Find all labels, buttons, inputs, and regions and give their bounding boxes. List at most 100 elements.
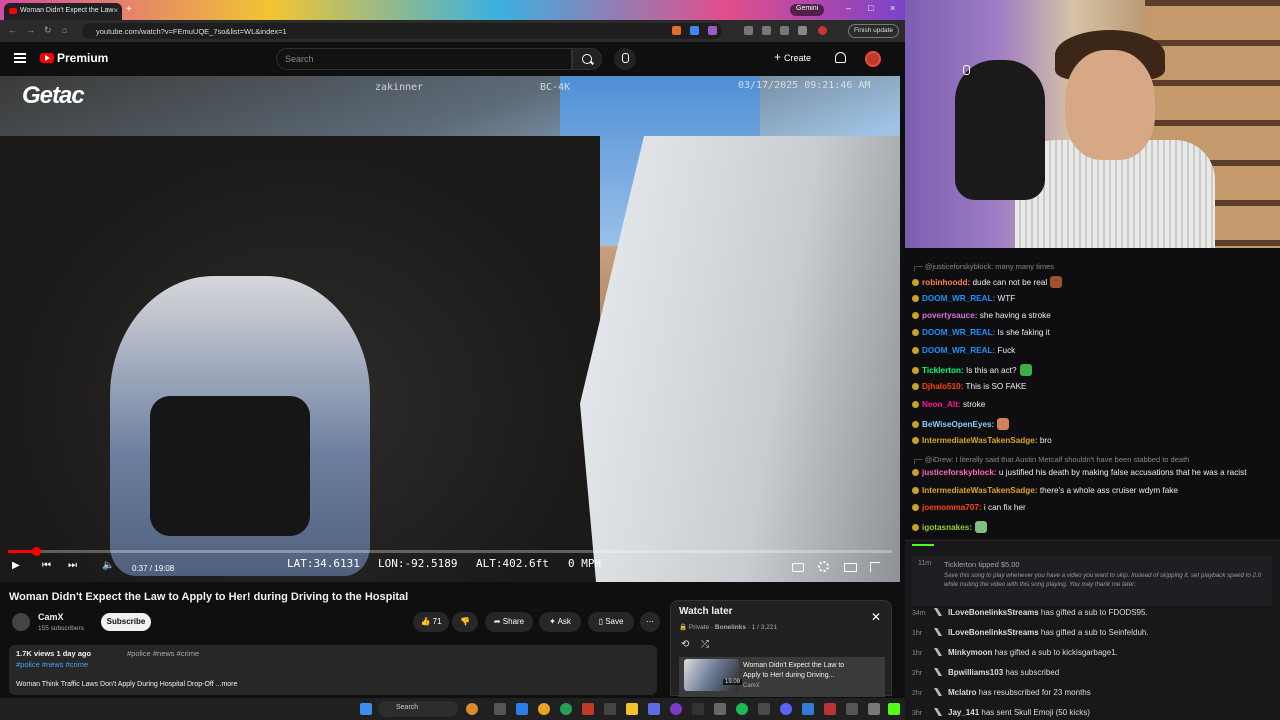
chat-username[interactable]: igotasnakes: <box>922 523 972 532</box>
next-icon[interactable]: ⏭ <box>68 560 77 571</box>
reading-list-icon[interactable] <box>780 26 789 35</box>
playlist-item[interactable]: 19:09 Woman Didn't Expect the Law to App… <box>679 657 885 697</box>
event-username[interactable]: Mclatro <box>948 688 976 697</box>
search-input[interactable]: Search <box>276 48 572 70</box>
description-tags[interactable]: #police #news #crime <box>16 660 88 669</box>
chat-username[interactable]: IntermediateWasTakenSadge: <box>922 486 1038 495</box>
taskbar-folder-icon[interactable] <box>626 703 638 715</box>
taskbar-chrome-icon[interactable] <box>538 703 550 715</box>
youtube-logo-icon[interactable] <box>40 53 54 63</box>
taskbar-app-icon[interactable] <box>516 703 528 715</box>
extension-icon[interactable] <box>690 26 699 35</box>
youtube-premium-logo-text[interactable]: Premium <box>57 51 108 65</box>
chat-username[interactable]: DOOM_WR_REAL: <box>922 328 995 337</box>
taskbar-app-icon[interactable] <box>692 703 704 715</box>
account-avatar[interactable] <box>865 51 881 67</box>
windows-start-icon[interactable] <box>360 703 372 715</box>
taskbar-spotify-icon[interactable] <box>736 703 748 715</box>
taskbar-search[interactable]: Search <box>378 701 458 717</box>
browser-tab-youtube[interactable]: Woman Didn't Expect the Law × <box>4 3 122 20</box>
taskbar-app-icon[interactable] <box>714 703 726 715</box>
taskbar-app-icon[interactable] <box>604 703 616 715</box>
taskbar-kick-icon[interactable] <box>888 703 900 715</box>
new-tab-button[interactable]: + <box>126 4 132 15</box>
chat-username[interactable]: DOOM_WR_REAL: <box>922 346 995 355</box>
taskbar-app-icon[interactable] <box>802 703 814 715</box>
description-box[interactable]: 1.7K views 1 day ago #police #news #crim… <box>9 645 657 695</box>
event-username[interactable]: Jay_141 <box>948 708 979 717</box>
chat-username[interactable]: povertysauce: <box>922 311 978 320</box>
previous-icon[interactable]: ⏮ <box>42 560 51 571</box>
taskbar-app-icon[interactable] <box>758 703 770 715</box>
create-button[interactable]: + Create <box>774 50 811 64</box>
profile-avatar-icon[interactable] <box>818 26 827 35</box>
save-button[interactable]: ▯ Save <box>588 612 634 632</box>
captions-icon[interactable] <box>792 563 804 572</box>
taskbar-app-icon[interactable] <box>670 703 682 715</box>
taskbar-app-icon[interactable] <box>648 703 660 715</box>
more-actions-icon[interactable]: ⋯ <box>640 612 660 632</box>
forward-arrow-icon[interactable]: → <box>26 25 35 35</box>
taskbar-app-icon[interactable] <box>846 703 858 715</box>
extension-icon[interactable] <box>708 26 717 35</box>
extensions-puzzle-icon[interactable] <box>744 26 753 35</box>
channel-avatar[interactable] <box>12 613 30 631</box>
taskbar-app-icon[interactable] <box>494 703 506 715</box>
description-text[interactable]: Woman Think Traffic Laws Don't Apply Dur… <box>16 681 237 688</box>
notifications-bell-icon[interactable] <box>835 52 846 63</box>
chat-username[interactable]: IntermediateWasTakenSadge: <box>922 436 1038 445</box>
gemini-button[interactable]: Gemini <box>790 4 825 16</box>
maximize-icon[interactable]: □ <box>868 3 873 13</box>
chat-username[interactable]: robinhoodd: <box>922 278 970 287</box>
taskbar-discord-icon[interactable] <box>780 703 792 715</box>
menu-hamburger-icon[interactable] <box>14 53 26 63</box>
taskbar-app-icon[interactable] <box>560 703 572 715</box>
event-username[interactable]: Bpwilliams103 <box>948 668 1003 677</box>
event-username[interactable]: Minkymoon <box>948 648 992 657</box>
window-close-icon[interactable]: × <box>890 3 895 13</box>
taskbar-app-icon[interactable] <box>824 703 836 715</box>
like-button[interactable]: 👍 71 <box>413 612 449 632</box>
taskbar-app-icon[interactable] <box>466 703 478 715</box>
play-icon[interactable]: ▶ <box>12 560 20 571</box>
back-arrow-icon[interactable]: ← <box>8 25 17 35</box>
theater-mode-icon[interactable] <box>844 563 857 572</box>
playlist-owner[interactable]: Bonelinks <box>715 624 746 631</box>
event-username[interactable]: ILoveBonelinksStreams <box>948 608 1039 617</box>
volume-icon[interactable]: 🔈 <box>102 560 114 571</box>
downloads-icon[interactable] <box>762 26 771 35</box>
url-field[interactable]: youtube.com/watch?v=FEmuUQE_7so&list=WL&… <box>82 23 722 39</box>
chat-username[interactable]: Djhalo510: <box>922 382 963 391</box>
chat-username[interactable]: Neon_Alt: <box>922 400 961 409</box>
chat-username[interactable]: joemomma707: <box>922 503 982 512</box>
loop-icon[interactable]: ⟲ <box>681 639 689 650</box>
event-username[interactable]: ILoveBonelinksStreams <box>948 628 1039 637</box>
chat-username[interactable]: DOOM_WR_REAL: <box>922 294 995 303</box>
taskbar-app-icon[interactable] <box>582 703 594 715</box>
split-view-icon[interactable] <box>798 26 807 35</box>
shuffle-icon[interactable]: ⤮ <box>701 639 709 650</box>
reload-icon[interactable]: ↻ <box>44 25 52 36</box>
extension-icon[interactable] <box>672 26 681 35</box>
share-button[interactable]: ➦ Share <box>485 612 533 632</box>
voice-search-mic-icon[interactable] <box>614 48 636 70</box>
fullscreen-icon[interactable] <box>870 562 880 572</box>
channel-name[interactable]: CamX <box>38 612 64 622</box>
dislike-button[interactable]: 👎 <box>452 612 478 632</box>
finish-update-button[interactable]: Finish update <box>848 24 900 38</box>
taskbar-app-icon[interactable] <box>868 703 880 715</box>
minimize-icon[interactable]: – <box>846 3 851 13</box>
subscribe-button[interactable]: Subscribe <box>101 613 151 631</box>
chat-username[interactable]: Ticklerton: <box>922 366 964 375</box>
video-player[interactable]: Getac zakinner BC-4K 03/17/2025 09:21:46… <box>0 76 900 582</box>
chat-username[interactable]: justiceforskyblock: <box>922 468 997 477</box>
search-icon[interactable] <box>572 48 602 70</box>
tab-close-icon[interactable]: × <box>113 6 118 15</box>
ask-button[interactable]: ✦ Ask <box>539 612 581 632</box>
home-icon[interactable]: ⌂ <box>62 25 67 35</box>
close-icon[interactable]: ✕ <box>871 610 881 624</box>
chat-username[interactable]: BeWiseOpenEyes: <box>922 420 994 429</box>
settings-gear-icon[interactable] <box>818 561 829 572</box>
video-progress-bar[interactable] <box>8 547 892 556</box>
description-tags-inline[interactable]: #police #news #crime <box>127 649 199 658</box>
